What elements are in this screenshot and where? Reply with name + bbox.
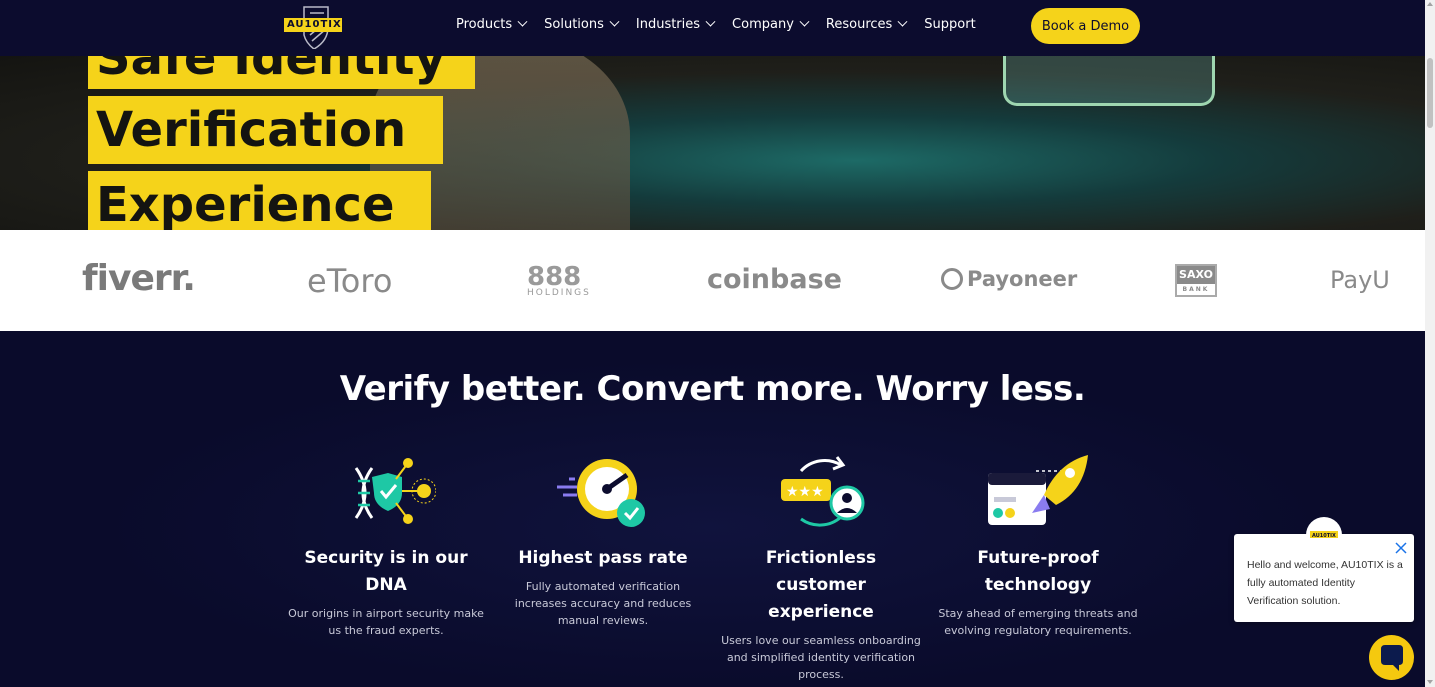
scroll-up-arrow-icon[interactable] <box>1427 2 1433 6</box>
hero-phone-screen <box>1003 56 1215 106</box>
hero-headline-line-2: Verification <box>88 96 443 164</box>
scroll-down-arrow-icon[interactable] <box>1427 680 1433 684</box>
menu-company-label: Company <box>732 17 794 32</box>
888-subtext: HOLDINGS <box>527 288 591 298</box>
chat-welcome-message: Hello and welcome, AU10TIX is a fully au… <box>1247 559 1403 607</box>
chevron-down-icon <box>517 16 528 27</box>
features-section: Verify better. Convert more. Worry less.… <box>0 331 1425 687</box>
feature-card-frictionless: ★★★ Frictionless customer experience Use… <box>721 453 921 683</box>
menu-support[interactable]: Support <box>924 17 975 32</box>
coinbase-logo: coinbase <box>707 264 842 295</box>
feature-desc-frictionless: Users love our seamless onboarding and s… <box>721 634 921 681</box>
payoneer-logo: Payoneer <box>941 267 1077 291</box>
main-menu: Products Solutions Industries Company Re… <box>456 16 994 32</box>
chat-launcher-button[interactable] <box>1369 635 1414 680</box>
payoneer-ring-icon <box>941 268 963 290</box>
menu-products[interactable]: Products <box>456 16 528 32</box>
features-heading: Verify better. Convert more. Worry less. <box>339 369 1086 409</box>
page-scrollbar[interactable] <box>1425 0 1435 687</box>
menu-solutions[interactable]: Solutions <box>544 16 620 32</box>
feature-title-security: Security is in our DNA <box>304 548 468 595</box>
chevron-down-icon <box>609 16 620 27</box>
chevron-down-icon <box>799 16 810 27</box>
saxo-subtext: BANK <box>1177 284 1215 295</box>
etoro-logo: eToro <box>307 262 393 300</box>
svg-text:★★★: ★★★ <box>786 484 824 500</box>
rocket-browser-icon <box>988 453 1088 533</box>
hero-line-2-text: Verification <box>96 102 407 158</box>
fiverr-logo: fiverr. <box>82 258 196 299</box>
feature-card-future-proof: Future-proof technology Stay ahead of em… <box>938 453 1138 639</box>
menu-resources[interactable]: Resources <box>825 16 908 32</box>
speedometer-check-icon <box>553 453 653 533</box>
chat-bubble-icon <box>1381 645 1403 671</box>
au10tix-logo[interactable]: AU10TIX <box>284 5 342 50</box>
client-logo-strip: fiverr. eToro 888 HOLDINGS coinbase Payo… <box>0 230 1425 331</box>
payu-logo: PayU <box>1330 266 1390 294</box>
avatar-logo-text: AU10TIX <box>1312 533 1336 539</box>
feature-desc-future-proof: Stay ahead of emerging threats and evolv… <box>938 607 1138 637</box>
top-navbar: AU10TIX Products Solutions Industries Co… <box>0 0 1425 56</box>
feature-desc-pass-rate: Fully automated verification increases a… <box>514 580 692 627</box>
close-icon[interactable] <box>1394 540 1408 554</box>
menu-support-label: Support <box>924 17 976 32</box>
feature-desc-security: Our origins in airport security make us … <box>288 607 484 637</box>
feature-title-frictionless: Frictionless customer experience <box>765 548 877 622</box>
chat-agent-avatar: AU10TIX <box>1306 517 1342 553</box>
stars-user-cycle-icon: ★★★ <box>771 453 871 533</box>
scrollbar-thumb[interactable] <box>1427 58 1433 128</box>
hero-headline-line-1: Safe Identity <box>88 56 475 89</box>
chevron-down-icon <box>705 16 716 27</box>
feature-title-pass-rate: Highest pass rate <box>518 548 688 568</box>
chevron-down-icon <box>897 16 908 27</box>
saxo-bank-logo: SAXO BANK <box>1175 264 1217 297</box>
hero-line-3-text: Experience <box>96 177 395 230</box>
hero-headline-line-3: Experience <box>88 171 431 230</box>
dna-shield-icon <box>336 453 437 533</box>
hero-line-1-text: Safe Identity <box>96 56 446 86</box>
menu-company[interactable]: Company <box>732 16 810 32</box>
menu-industries-label: Industries <box>635 17 701 32</box>
payoneer-text: Payoneer <box>967 267 1078 291</box>
feature-title-future-proof: Future-proof technology <box>977 548 1099 595</box>
saxo-text: SAXO <box>1179 268 1213 281</box>
menu-industries[interactable]: Industries <box>635 16 716 32</box>
menu-resources-label: Resources <box>825 17 893 32</box>
feature-card-pass-rate: Highest pass rate Fully automated verifi… <box>503 453 703 629</box>
menu-products-label: Products <box>456 17 513 32</box>
hero-banner: Safe Identity Verification Experience <box>0 56 1425 230</box>
feature-card-security: Security is in our DNA Our origins in ai… <box>286 453 486 639</box>
888-holdings-logo: 888 HOLDINGS <box>527 262 591 298</box>
menu-solutions-label: Solutions <box>544 17 604 32</box>
logo-text: AU10TIX <box>287 19 342 30</box>
book-demo-button[interactable]: Book a Demo <box>1031 8 1140 44</box>
